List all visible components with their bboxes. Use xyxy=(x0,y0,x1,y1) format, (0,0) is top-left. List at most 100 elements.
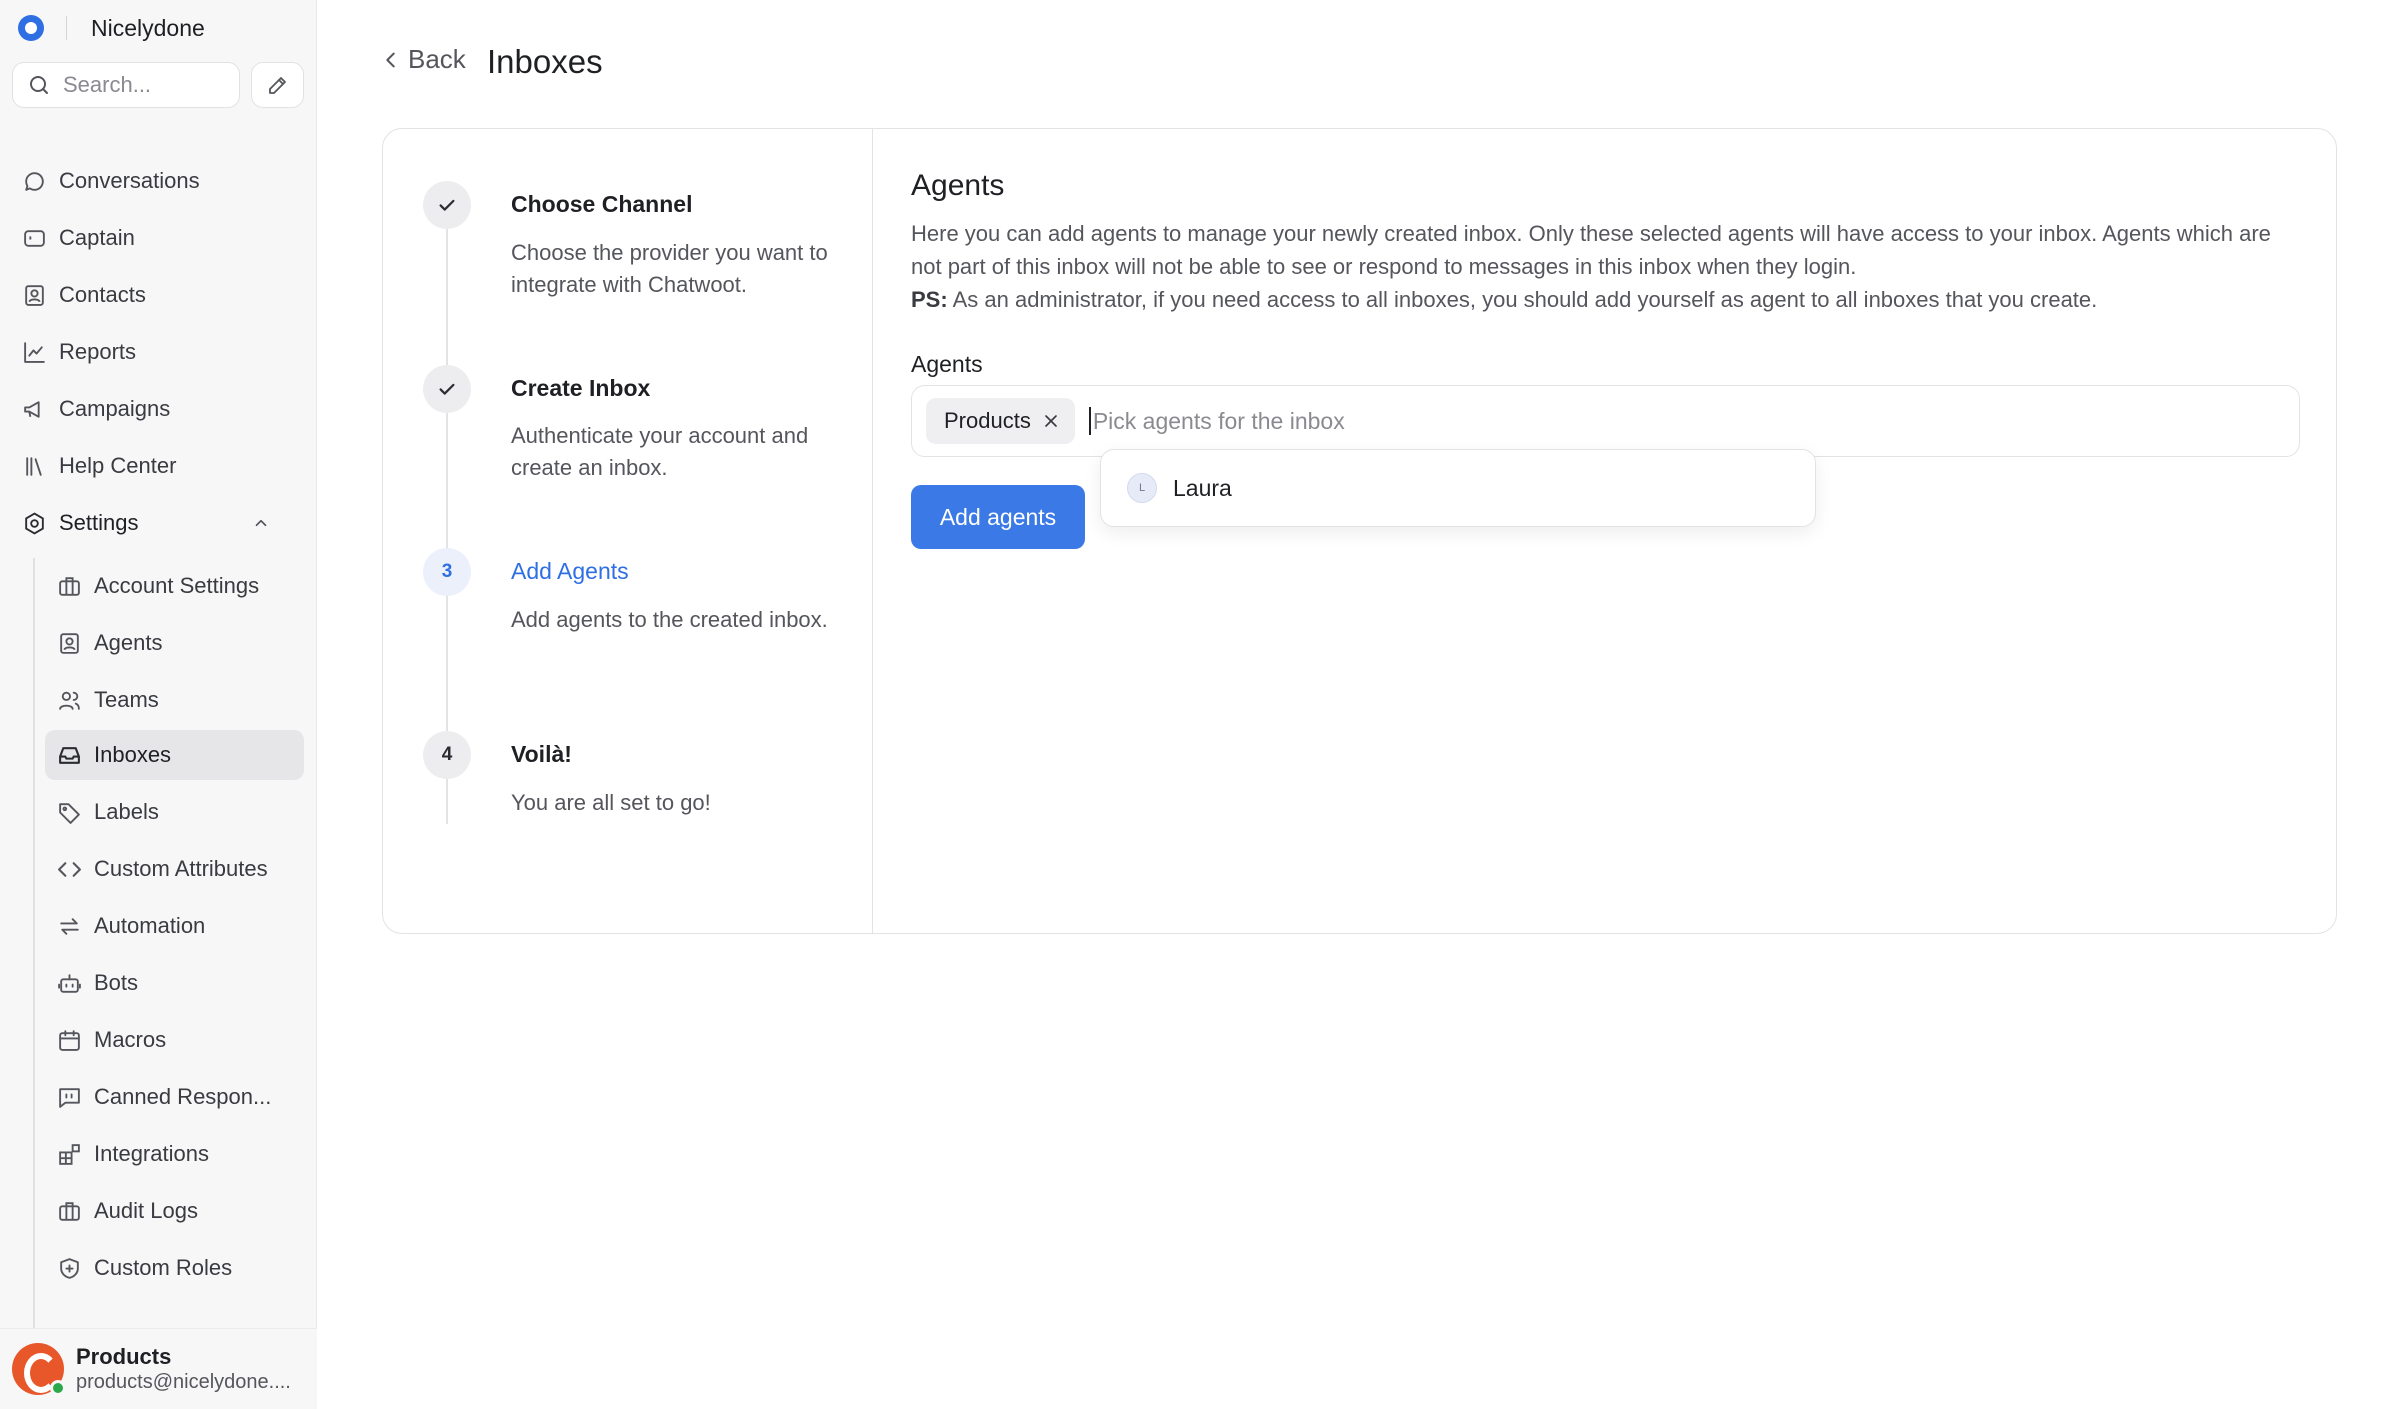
briefcase-icon xyxy=(59,1201,80,1221)
sidebar: Nicelydone Conversations Captain Contact… xyxy=(0,0,317,1409)
selected-agent-tag: Products xyxy=(926,398,1075,444)
nav-help-center[interactable]: Help Center xyxy=(12,442,304,490)
bot-icon xyxy=(58,973,81,993)
nav-conversations[interactable]: Conversations xyxy=(12,157,304,205)
selected-agent-name: Products xyxy=(944,408,1031,433)
tag-icon xyxy=(59,802,80,824)
nav-reports[interactable]: Reports xyxy=(12,328,304,376)
back-button[interactable]: Back xyxy=(380,44,466,75)
step-2-description: Authenticate your account and create an … xyxy=(511,423,809,480)
settings-item-label: Custom Roles xyxy=(94,1255,233,1280)
step-1-indicator xyxy=(423,181,471,229)
message-square-icon xyxy=(59,1087,80,1108)
settings-item-teams[interactable]: Teams xyxy=(45,675,304,725)
settings-item-automation[interactable]: Automation xyxy=(45,901,304,951)
arrows-swap-icon xyxy=(60,917,79,935)
settings-item-label: Automation xyxy=(94,913,206,938)
settings-item-audit-logs[interactable]: Audit Logs xyxy=(45,1186,304,1236)
profile-email: products@nicelydone.... xyxy=(76,1371,291,1393)
settings-gear-icon xyxy=(25,512,44,534)
agent-option-avatar: L xyxy=(1127,473,1157,503)
calendar-icon xyxy=(59,1029,80,1051)
search-icon xyxy=(30,76,48,94)
step-4-description: You are all set to go! xyxy=(511,790,711,815)
settings-item-custom-attributes[interactable]: Custom Attributes xyxy=(45,844,304,894)
settings-item-label: Inboxes xyxy=(94,742,172,767)
settings-item-label: Integrations xyxy=(94,1141,209,1166)
step-3-title: Add Agents xyxy=(511,558,629,584)
user-profile[interactable]: Products products@nicelydone.... xyxy=(0,1328,317,1409)
settings-item-canned-responses[interactable]: Canned Respon... xyxy=(45,1072,304,1122)
step-2-title: Create Inbox xyxy=(511,375,651,401)
agents-field-label: Agents xyxy=(911,351,983,377)
agents-multiselect[interactable]: Products xyxy=(911,385,2300,457)
nav-contacts[interactable]: Contacts xyxy=(12,271,304,319)
step-1-description: Choose the provider you want to integrat… xyxy=(511,240,828,297)
profile-name: Products xyxy=(76,1344,172,1369)
brand-divider xyxy=(66,16,67,40)
ps-label: PS: xyxy=(911,287,948,312)
chevron-left-icon xyxy=(386,52,395,67)
settings-item-integrations[interactable]: Integrations xyxy=(45,1129,304,1179)
search-box[interactable] xyxy=(12,62,240,108)
panel-description-text: Here you can add agents to manage your n… xyxy=(911,221,2271,279)
close-icon[interactable] xyxy=(1041,411,1061,431)
settings-item-label: Teams xyxy=(94,687,159,712)
megaphone-icon xyxy=(24,400,40,418)
step-2-indicator xyxy=(423,365,471,413)
code-icon xyxy=(58,861,81,877)
blocks-icon xyxy=(59,1143,80,1165)
ps-text: As an administrator, if you need access … xyxy=(952,287,2098,312)
settings-item-labels[interactable]: Labels xyxy=(45,787,304,837)
settings-item-label: Labels xyxy=(94,799,159,824)
settings-item-label: Bots xyxy=(94,970,139,995)
nav-conversations-label: Conversations xyxy=(59,168,200,193)
nav-settings[interactable]: Settings xyxy=(12,499,304,547)
nav-help-center-label: Help Center xyxy=(59,453,177,478)
workspace-switcher[interactable]: Nicelydone xyxy=(18,14,205,42)
step-4-title: Voilà! xyxy=(511,741,572,767)
nav-campaigns[interactable]: Campaigns xyxy=(12,385,304,433)
inbox-icon xyxy=(59,746,80,764)
settings-item-account-settings[interactable]: Account Settings xyxy=(45,561,304,611)
step-1-title: Choose Channel xyxy=(511,191,693,217)
nav-captain[interactable]: Captain xyxy=(12,214,304,262)
add-agents-button[interactable]: Add agents xyxy=(911,485,1085,549)
agent-option-laura[interactable]: Laura xyxy=(1173,475,1232,502)
step-4-indicator: 4 xyxy=(423,731,471,779)
settings-item-bots[interactable]: Bots xyxy=(45,958,304,1008)
chevron-up-icon[interactable] xyxy=(252,514,270,532)
contact-card-icon xyxy=(25,284,44,306)
nav-captain-label: Captain xyxy=(59,225,135,250)
settings-item-custom-roles[interactable]: Custom Roles xyxy=(45,1243,304,1293)
settings-item-label: Canned Respon... xyxy=(94,1084,272,1109)
chart-line-icon xyxy=(24,341,45,363)
settings-item-macros[interactable]: Macros xyxy=(45,1015,304,1065)
shield-icon xyxy=(60,1257,79,1279)
settings-item-label: Agents xyxy=(94,630,163,655)
back-label: Back xyxy=(408,44,466,74)
panel-description: Here you can add agents to manage your n… xyxy=(911,217,2306,316)
settings-item-agents[interactable]: Agents xyxy=(45,618,304,668)
step-3-description: Add agents to the created inbox. xyxy=(511,607,828,632)
settings-item-label: Macros xyxy=(94,1027,167,1052)
search-input[interactable] xyxy=(63,72,233,98)
check-icon xyxy=(439,199,455,211)
chat-bubble-icon xyxy=(25,171,44,191)
compose-button[interactable] xyxy=(251,62,304,108)
settings-item-label: Audit Logs xyxy=(94,1198,198,1223)
workspace-name: Nicelydone xyxy=(91,14,205,41)
online-status-icon xyxy=(50,1380,66,1396)
nav-contacts-label: Contacts xyxy=(59,282,146,307)
settings-item-label: Account Settings xyxy=(94,573,260,598)
settings-item-inboxes[interactable]: Inboxes xyxy=(45,730,304,780)
nav-reports-label: Reports xyxy=(59,339,137,364)
settings-item-label: Custom Attributes xyxy=(94,856,268,881)
briefcase-icon xyxy=(59,576,80,596)
agents-search-input[interactable] xyxy=(1092,407,1793,435)
nav-campaigns-label: Campaigns xyxy=(59,396,171,421)
panel-title: Agents xyxy=(911,169,1005,202)
wizard-steps: Choose Channel Choose the provider you w… xyxy=(383,129,873,933)
library-icon xyxy=(26,456,42,476)
avatar xyxy=(12,1343,66,1396)
